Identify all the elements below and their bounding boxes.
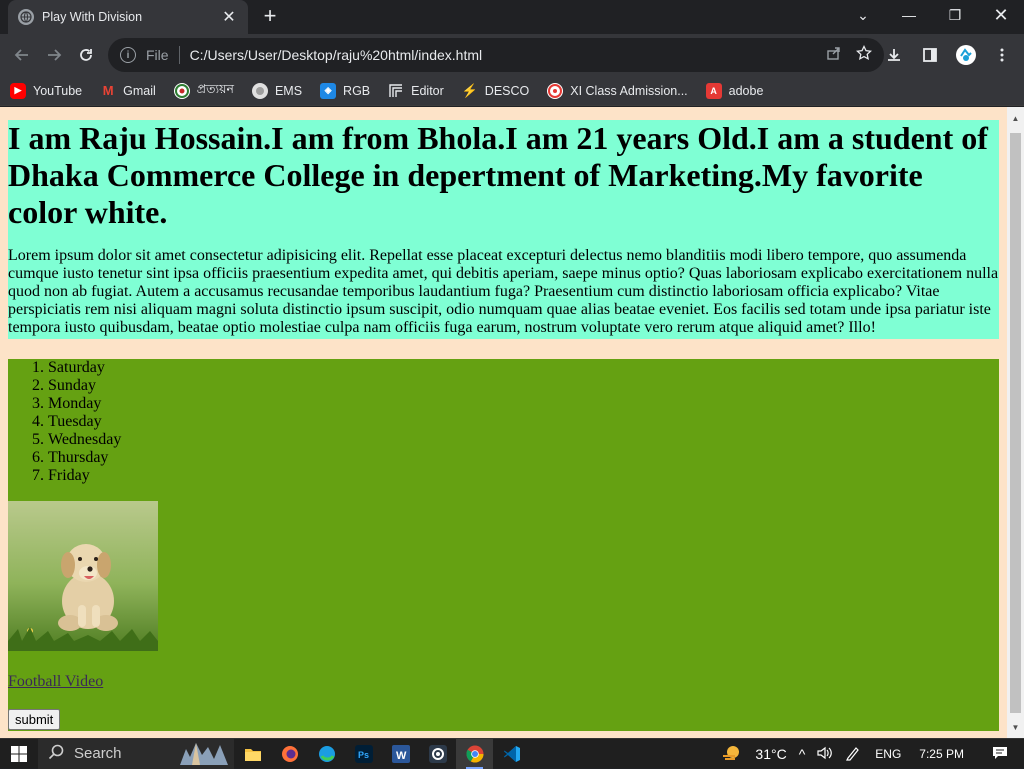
notification-icon[interactable] [992,746,1008,763]
bookmark-youtube[interactable]: ▶ YouTube [10,82,83,99]
search-label: Search [74,745,122,762]
list-item: Monday [48,395,999,413]
tab-title: Play With Division [42,10,143,24]
bookmark-label: Gmail [123,83,156,98]
bookmarks-bar: ▶ YouTube M Gmail প্রত্যয়ন EMS ◈ RGB Ed… [0,76,1024,106]
editor-icon [388,83,404,99]
share-icon[interactable] [826,45,842,66]
bookmark-label: EMS [274,83,303,98]
camera-icon[interactable] [419,739,456,769]
side-panel-icon[interactable] [914,39,946,71]
vscode-icon[interactable] [493,739,530,769]
browser-tab[interactable]: Play With Division ✕ [8,0,248,34]
bookmark-ems[interactable]: EMS [251,82,303,99]
svg-text:W: W [396,750,407,762]
language-indicator[interactable]: ENG [875,747,901,761]
bookmark-adobe[interactable]: A adobe [705,82,764,99]
bookmark-label: RGB [343,83,371,98]
list-item: Friday [48,467,999,485]
taskbar: Search Ps W 31°C ^ ENG 7:25 PM [0,738,1024,769]
bookmark-gmail[interactable]: M Gmail [100,83,156,99]
back-arrow-icon[interactable] [6,39,38,71]
football-video-link[interactable]: Football Video [8,673,103,691]
seal-icon [173,82,190,99]
new-tab-button[interactable]: + [258,4,282,28]
system-tray: 31°C ^ ENG 7:25 PM [715,739,1024,769]
divider [178,46,180,64]
forward-arrow-icon[interactable] [38,39,70,71]
scroll-up-arrow-icon[interactable]: ▲ [1007,111,1024,127]
site-info-icon[interactable]: i [120,47,136,63]
tab-search-icon[interactable]: ⌄ [840,0,886,30]
restore-button[interactable]: ❐ [932,0,978,30]
admission-icon [547,82,564,99]
pen-icon[interactable] [845,745,861,764]
lorem-paragraph: Lorem ipsum dolor sit amet consectetur a… [8,247,999,336]
intro-section: I am Raju Hossain.I am from Bhola.I am 2… [8,120,999,339]
list-item: Sunday [48,377,999,395]
adobe-icon: A [705,82,722,99]
url-text[interactable]: C:/Users/User/Desktop/raju%20html/index.… [190,47,826,63]
close-tab-icon[interactable]: ✕ [220,7,238,27]
bookmark-label: প্রত্যয়ন [196,81,234,96]
bolt-icon: ⚡ [461,82,478,98]
word-icon[interactable]: W [382,739,419,769]
bookmark-label: DESCO [484,83,530,98]
bookmark-label: YouTube [33,83,83,98]
svg-text:Ps: Ps [358,750,369,760]
address-bar[interactable]: i File C:/Users/User/Desktop/raju%20html… [108,38,884,72]
list-item: Tuesday [48,413,999,431]
minimize-button[interactable]: — [886,0,932,30]
bookmark-admission[interactable]: XI Class Admission... [547,82,688,99]
volume-icon[interactable] [817,746,833,763]
download-icon[interactable] [878,39,910,71]
days-list: Saturday Sunday Monday Tuesday Wednesday… [8,359,999,485]
weather-sun-icon[interactable] [721,744,743,765]
edge-icon[interactable] [308,739,345,769]
taskbar-search[interactable]: Search [38,738,234,769]
reload-icon[interactable] [70,39,102,71]
bookmark-editor[interactable]: Editor [388,83,444,99]
ems-icon [251,82,268,99]
puppy-image [8,501,158,651]
bookmark-label: adobe [728,83,764,98]
file-explorer-icon[interactable] [234,739,271,769]
globe-icon [18,9,34,25]
submit-button[interactable]: submit [8,709,61,730]
rgb-icon: ◈ [320,82,337,99]
tab-strip: Play With Division ✕ + ⌄ — ❐ ✕ [0,0,1024,34]
search-icon [48,744,64,764]
search-highlight-image [178,738,230,769]
page-viewport: I am Raju Hossain.I am from Bhola.I am 2… [0,107,1007,738]
bookmark-rgb[interactable]: ◈ RGB [320,82,371,99]
bookmark-star-icon[interactable] [855,44,873,66]
chevron-up-icon[interactable]: ^ [799,746,806,762]
profile-avatar[interactable] [950,39,982,71]
weather-temp[interactable]: 31°C [755,746,786,762]
list-item: Saturday [48,359,999,377]
scrollbar-thumb[interactable] [1010,133,1021,713]
bookmark-label: XI Class Admission... [570,83,688,98]
list-item: Wednesday [48,431,999,449]
bookmark-desco[interactable]: ⚡ DESCO [461,82,530,99]
firefox-icon[interactable] [271,739,308,769]
clock[interactable]: 7:25 PM [919,747,964,761]
photoshop-icon[interactable]: Ps [345,739,382,769]
url-scheme-label: File [146,47,169,63]
scroll-down-arrow-icon[interactable]: ▼ [1007,720,1024,736]
windows-start-icon[interactable] [0,739,38,769]
green-section: Saturday Sunday Monday Tuesday Wednesday… [8,359,999,731]
list-item: Thursday [48,449,999,467]
menu-kebab-icon[interactable] [986,39,1018,71]
chrome-icon[interactable] [456,738,493,769]
gmail-icon: M [102,83,114,98]
page-heading: I am Raju Hossain.I am from Bhola.I am 2… [8,120,988,230]
bookmark-prottoyon[interactable]: প্রত্যয়ন [173,81,234,101]
vertical-scrollbar[interactable]: ▲ ▼ [1007,107,1024,738]
close-window-button[interactable]: ✕ [978,0,1024,30]
bookmark-label: Editor [411,83,444,98]
youtube-icon: ▶ [10,82,26,99]
browser-toolbar: i File C:/Users/User/Desktop/raju%20html… [0,34,1024,76]
